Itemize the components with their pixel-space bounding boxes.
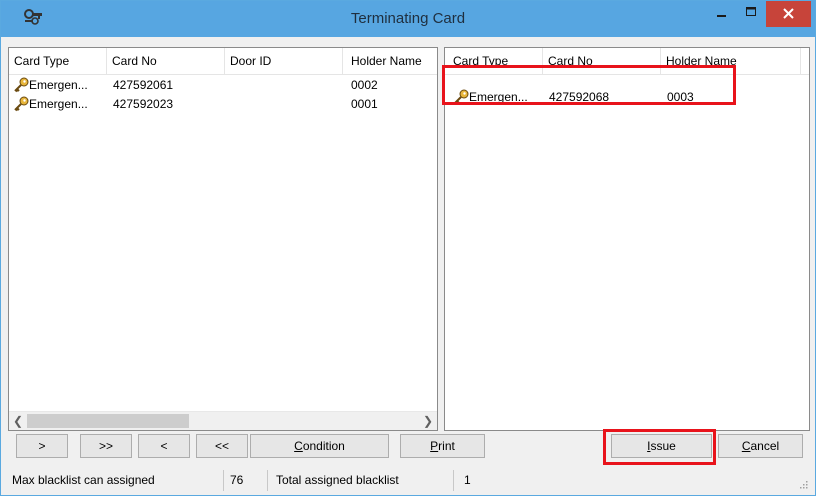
print-button[interactable]: Print <box>400 434 485 458</box>
cell-card-type: Emergen... <box>13 95 105 114</box>
list-header: Card Type Card No Door ID Holder Name <box>9 48 437 75</box>
window-title: Terminating Card <box>350 10 466 27</box>
highlight-box-issue <box>603 429 716 465</box>
cell-holder-name: 0001 <box>351 97 378 111</box>
column-header-card-type[interactable]: Card Type <box>9 48 107 74</box>
move-all-right-button[interactable]: >> <box>80 434 132 458</box>
status-total-label: Total assigned blacklist <box>268 470 454 491</box>
highlight-box-selected-row <box>442 65 736 105</box>
cell-door-id <box>231 95 341 114</box>
maximize-icon <box>746 7 756 16</box>
status-max-label: Max blacklist can assigned <box>8 470 224 491</box>
condition-button[interactable]: Condition <box>250 434 389 458</box>
minimize-icon <box>717 15 726 17</box>
close-button[interactable] <box>766 1 811 27</box>
cell-door-id <box>231 76 341 95</box>
card-type-text: Emergen... <box>29 97 88 111</box>
column-header-holder-name[interactable]: Holder Name <box>343 48 437 74</box>
move-right-button[interactable]: > <box>16 434 68 458</box>
cell-card-no: 427592061 <box>113 78 174 92</box>
cancel-button[interactable]: Cancel <box>718 434 803 458</box>
card-type-text: Emergen... <box>29 78 88 92</box>
print-mnemonic: P <box>430 439 439 453</box>
table-row[interactable]: Emergen... 427592023 0001 <box>9 95 437 114</box>
scroll-right-icon[interactable]: ❯ <box>419 412 437 430</box>
condition-label: ondition <box>302 439 345 453</box>
available-cards-list[interactable]: Card Type Card No Door ID Holder Name Em… <box>8 47 438 431</box>
status-bar: Max blacklist can assigned 76 Total assi… <box>8 470 810 491</box>
scrollbar-thumb[interactable] <box>27 414 189 428</box>
horizontal-scrollbar[interactable]: ❮ ❯ <box>9 411 437 430</box>
key-icon <box>14 77 29 93</box>
print-label: rint <box>438 439 455 453</box>
column-header-door-id[interactable]: Door ID <box>225 48 343 74</box>
cell-card-type: Emergen... <box>13 76 105 95</box>
column-header-card-no[interactable]: Card No <box>107 48 225 74</box>
dialog-body: Card Type Card No Door ID Holder Name Em… <box>8 39 810 491</box>
resize-grip-icon[interactable] <box>798 479 808 489</box>
status-total-value: 1 <box>464 473 471 487</box>
close-icon <box>783 8 794 19</box>
move-all-left-button[interactable]: << <box>196 434 248 458</box>
cell-holder-name: 0002 <box>351 78 378 92</box>
key-icon <box>14 96 29 112</box>
title-bar[interactable]: Terminating Card <box>1 1 815 37</box>
minimize-button[interactable] <box>706 1 736 27</box>
scroll-left-icon[interactable]: ❮ <box>9 412 27 430</box>
maximize-button[interactable] <box>736 1 766 27</box>
cell-card-no: 427592023 <box>113 97 174 111</box>
terminating-card-window: Terminating Card Card Type Card No Door … <box>0 0 816 496</box>
status-max-value: 76 <box>224 470 268 491</box>
cancel-label: ancel <box>750 439 780 453</box>
condition-mnemonic: C <box>294 439 303 453</box>
move-left-button[interactable]: < <box>138 434 190 458</box>
table-row[interactable]: Emergen... 427592061 0002 <box>9 76 437 95</box>
